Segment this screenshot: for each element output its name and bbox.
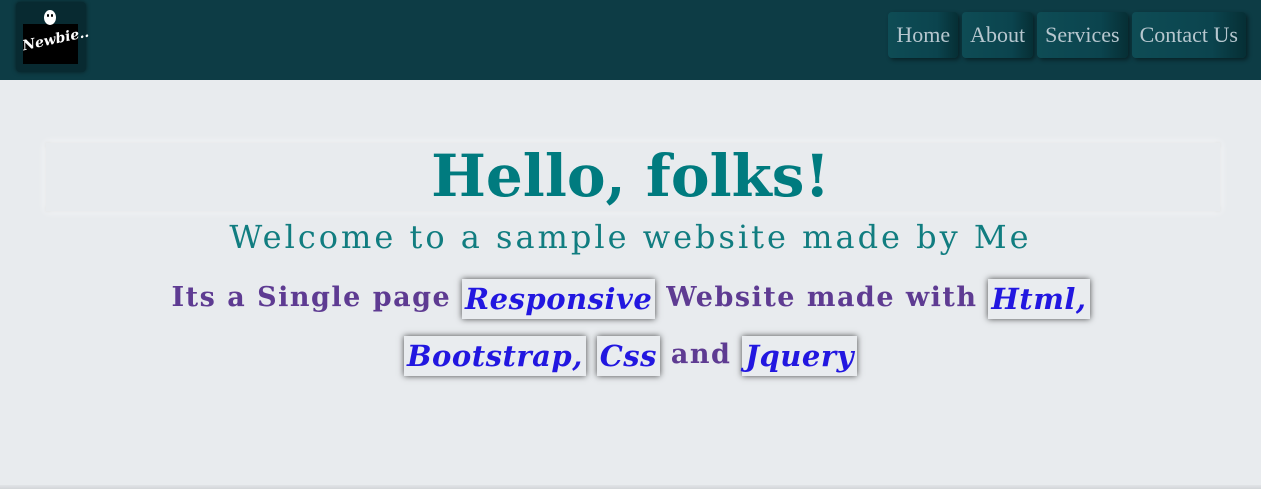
tag-html: Html,: [988, 278, 1090, 319]
smiley-icon: [44, 10, 56, 25]
nav-links: Home About Services Contact Us: [888, 12, 1246, 58]
tag-bootstrap: Bootstrap,: [404, 335, 586, 376]
hero-description: Its a Single page Responsive Website mad…: [140, 269, 1121, 383]
nav-link-about[interactable]: About: [962, 12, 1034, 58]
hero-subtitle: Welcome to a sample website made by Me: [229, 218, 1032, 256]
site-logo[interactable]: Newbie..: [16, 2, 90, 72]
page-bottom-divider: [0, 485, 1261, 489]
hero-title: Hello, folks!: [431, 142, 830, 210]
nav-link-contact[interactable]: Contact Us: [1131, 12, 1246, 58]
tag-css: Css: [596, 335, 660, 376]
tag-responsive: Responsive: [462, 278, 656, 319]
tag-jquery: Jquery: [742, 335, 857, 376]
desc-text-2: Website made with: [666, 282, 978, 313]
navbar: Newbie.. Home About Services Contact Us: [0, 0, 1261, 80]
nav-link-home[interactable]: Home: [888, 12, 959, 58]
nav-link-services[interactable]: Services: [1037, 12, 1128, 58]
desc-text-1: Its a Single page: [171, 282, 452, 313]
desc-text-and: and: [670, 339, 732, 370]
